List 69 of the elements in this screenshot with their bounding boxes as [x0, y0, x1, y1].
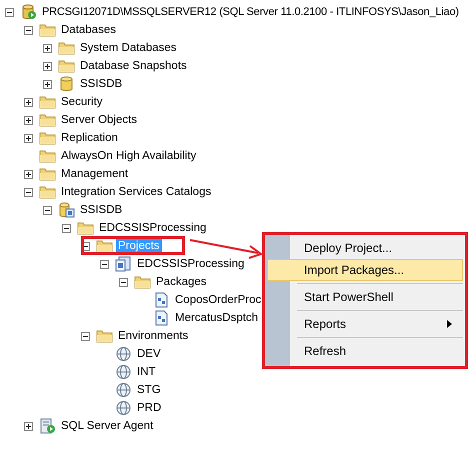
server-icon [20, 4, 37, 20]
tree-item[interactable]: MercatusDsptch [173, 310, 260, 326]
menu-item[interactable]: Refresh [267, 340, 463, 362]
tree-item[interactable]: Management [59, 166, 130, 182]
expand-icon[interactable] [43, 44, 52, 52]
folder-icon [39, 112, 56, 128]
folder-icon [39, 130, 56, 146]
globe-icon [115, 364, 132, 380]
tree-item[interactable]: Integration Services Catalogs [59, 184, 214, 200]
package-icon [153, 292, 170, 308]
expand-icon[interactable] [43, 80, 52, 88]
expand-icon[interactable] [24, 134, 33, 142]
folder-icon [96, 238, 113, 254]
globe-icon [115, 400, 132, 416]
tree-item[interactable]: SSISDB [78, 202, 124, 218]
tree-item[interactable]: STG [135, 382, 163, 398]
tree-item[interactable]: Replication [59, 130, 120, 146]
tree-item[interactable]: PRD [135, 400, 164, 416]
folder-icon [58, 40, 75, 56]
tree-item[interactable]: Security [59, 94, 105, 110]
collapse-icon[interactable] [43, 206, 52, 214]
tree-item[interactable]: CoposOrderProc [173, 292, 264, 308]
menu-item[interactable]: Import Packages... [267, 259, 463, 281]
menu-item[interactable]: Deploy Project... [267, 237, 463, 259]
tree-item[interactable]: System Databases [78, 40, 179, 56]
agent-icon [39, 418, 56, 434]
expand-icon[interactable] [24, 170, 33, 178]
tree-item[interactable]: SQL Server Agent [59, 418, 156, 434]
collapse-icon[interactable] [119, 278, 128, 286]
expand-icon[interactable] [24, 422, 33, 430]
expand-icon[interactable] [24, 98, 33, 106]
folder-icon [134, 274, 151, 290]
collapse-icon[interactable] [5, 8, 14, 16]
catalog-icon [58, 202, 75, 218]
folder-icon [39, 184, 56, 200]
tree-item[interactable]: Packages [154, 274, 209, 290]
folder-icon [39, 22, 56, 38]
folder-icon [39, 94, 56, 110]
expand-icon[interactable] [43, 62, 52, 70]
collapse-icon[interactable] [100, 260, 109, 268]
tree-item[interactable]: Database Snapshots [78, 58, 189, 74]
folder-icon [77, 220, 94, 236]
submenu-arrow-icon [447, 320, 452, 328]
folder-icon [39, 148, 56, 164]
tree-item[interactable]: INT [135, 364, 158, 380]
collapse-icon[interactable] [62, 224, 71, 232]
tree-item[interactable]: SSISDB [78, 76, 124, 92]
globe-icon [115, 382, 132, 398]
tree-item[interactable]: PRCSGI12071D\MSSQLSERVER12 (SQL Server 11.0.2100 - ITLINFOSYS\Jason_Liao) [40, 4, 461, 20]
folder-icon [58, 58, 75, 74]
globe-icon [115, 346, 132, 362]
tree-item[interactable]: EDCSSISProcessing [97, 220, 208, 236]
expand-icon[interactable] [24, 116, 33, 124]
tree-item[interactable]: Server Objects [59, 112, 140, 128]
collapse-icon[interactable] [24, 188, 33, 196]
folder-icon [39, 166, 56, 182]
tree-item[interactable]: AlwaysOn High Availability [59, 148, 198, 164]
tree-item[interactable]: EDCSSISProcessing [135, 256, 246, 272]
folder-icon [96, 328, 113, 344]
collapse-icon[interactable] [81, 332, 90, 340]
collapse-icon[interactable] [24, 26, 33, 34]
package-icon [153, 310, 170, 326]
tree-item[interactable]: DEV [135, 346, 163, 362]
project-icon [115, 256, 132, 272]
menu-item[interactable]: Start PowerShell [267, 286, 463, 308]
menu-item[interactable]: Reports [267, 313, 463, 335]
tree-item[interactable]: Databases [59, 22, 118, 38]
tree-item[interactable]: Environments [116, 328, 190, 344]
database-icon [58, 76, 75, 92]
